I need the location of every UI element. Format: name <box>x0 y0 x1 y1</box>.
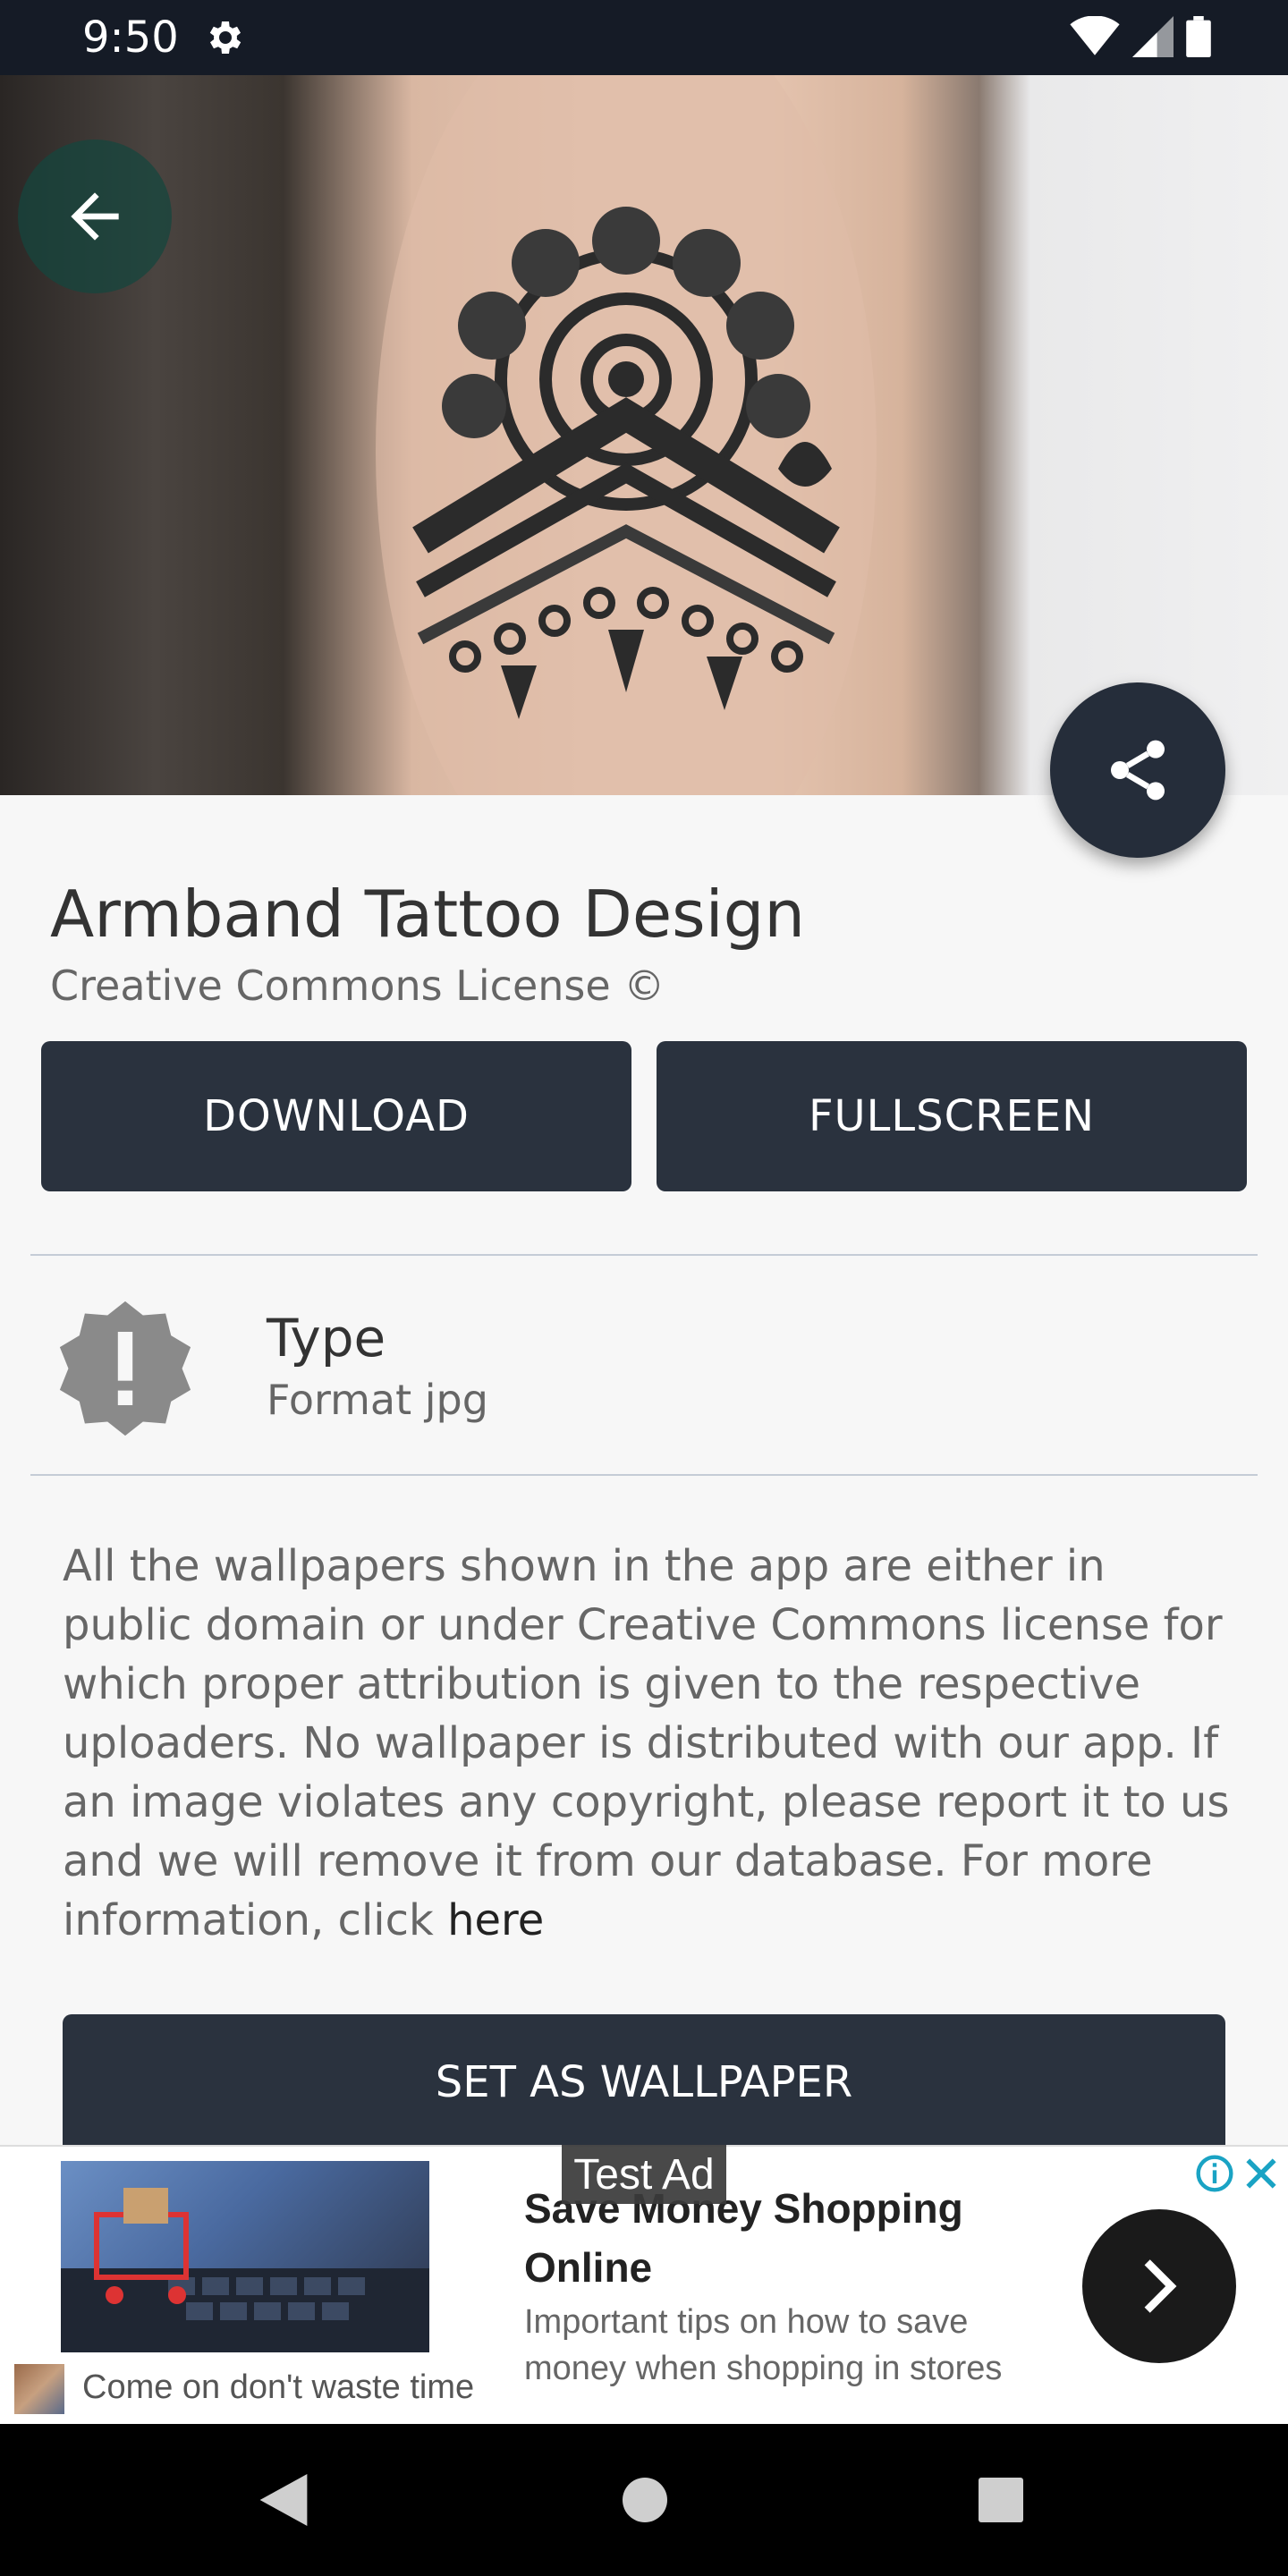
disclaimer-body: All the wallpapers shown in the app are … <box>63 1541 1230 1945</box>
status-bar: 9:50 <box>0 0 1288 75</box>
nav-back-icon[interactable] <box>259 2474 308 2526</box>
more-info-link[interactable]: here <box>447 1895 544 1945</box>
shopping-cart-keyboard-image <box>61 2188 429 2352</box>
share-icon <box>1111 740 1165 801</box>
alert-badge-icon <box>59 1301 191 1436</box>
ad-close-icon[interactable] <box>1241 2154 1281 2193</box>
ad-tagline: Come on don't waste time <box>82 2368 475 2406</box>
wallpaper-preview-image[interactable] <box>0 75 1288 795</box>
chevron-right-icon <box>1144 2259 1177 2313</box>
divider <box>30 1474 1258 1476</box>
battery-icon <box>1186 16 1211 57</box>
info-label: Type <box>267 1308 386 1368</box>
wallpaper-title: Armband Tattoo Design <box>50 877 805 952</box>
settings-gear-icon <box>209 21 242 54</box>
license-text: Creative Commons License © <box>50 962 665 1010</box>
signal-icon <box>1132 16 1174 57</box>
back-button[interactable] <box>18 140 172 293</box>
ad-body: Important tips on how to save money when… <box>524 2303 1003 2387</box>
nav-home-icon[interactable] <box>623 2478 667 2522</box>
ad-advertiser-logo <box>14 2364 64 2414</box>
share-button[interactable] <box>1050 682 1225 858</box>
status-time: 9:50 <box>82 13 179 63</box>
status-icons <box>1070 16 1211 57</box>
ad-image[interactable] <box>61 2161 429 2352</box>
set-as-wallpaper-button[interactable]: SET AS WALLPAPER <box>63 2014 1225 2165</box>
wifi-icon <box>1070 16 1120 55</box>
arrow-left-icon <box>71 192 119 241</box>
nav-recents-icon[interactable] <box>979 2478 1023 2522</box>
system-navigation-bar <box>0 2424 1288 2576</box>
armband-tattoo-illustration <box>376 75 877 795</box>
disclaimer-text: All the wallpapers shown in the app are … <box>63 1537 1243 1950</box>
ad-choices-info-icon[interactable] <box>1195 2154 1234 2193</box>
divider <box>30 1254 1258 1256</box>
ad-open-button[interactable] <box>1082 2209 1236 2363</box>
info-value: Format jpg <box>267 1376 488 1424</box>
fullscreen-button[interactable]: FULLSCREEN <box>657 1041 1247 1191</box>
test-ad-label: Test Ad <box>562 2145 726 2204</box>
download-button[interactable]: DOWNLOAD <box>41 1041 631 1191</box>
